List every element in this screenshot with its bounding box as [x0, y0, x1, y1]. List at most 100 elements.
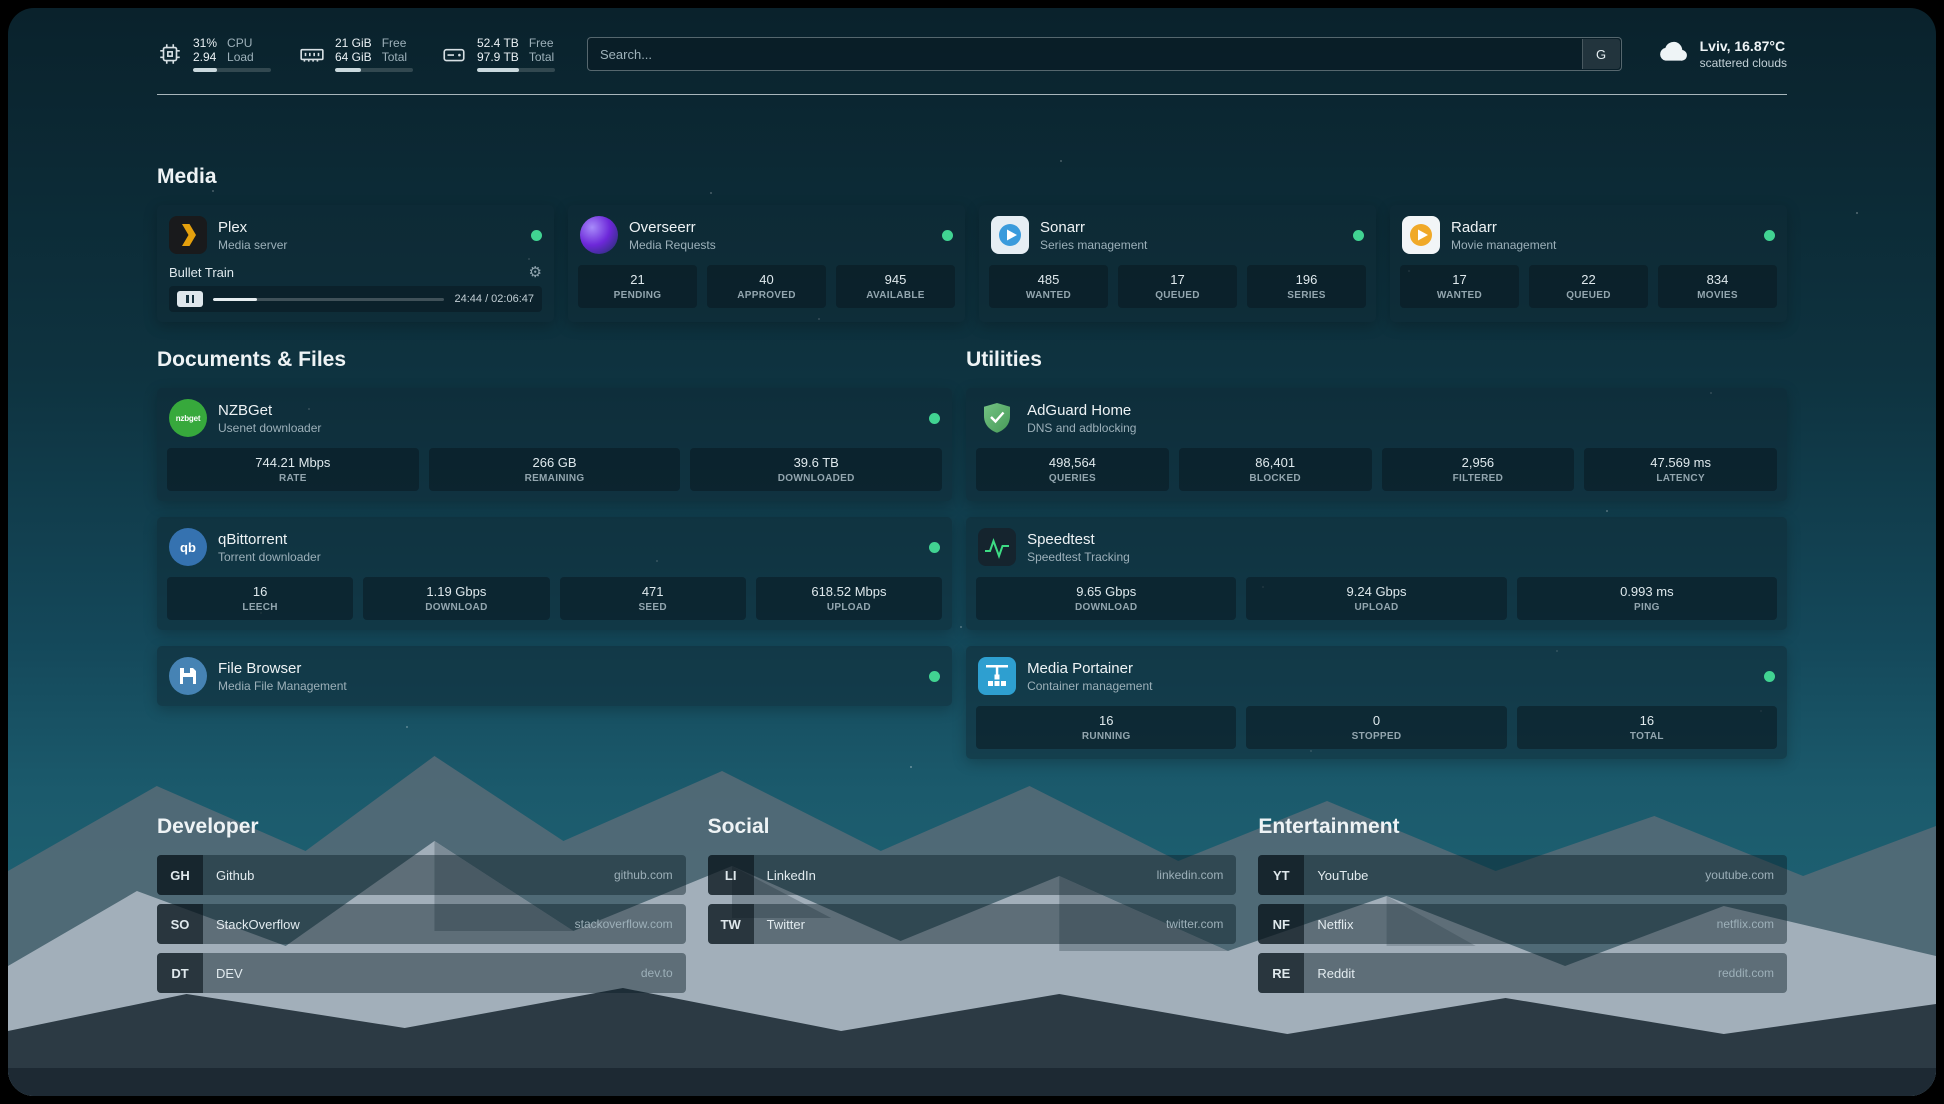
bookmark-netflix[interactable]: NF Netflix netflix.com [1258, 904, 1787, 944]
status-dot [1764, 230, 1775, 241]
service-card-speedtest[interactable]: Speedtest Speedtest Tracking 9.65 Gbps D… [966, 517, 1787, 630]
bookmark-abbr: NF [1258, 904, 1304, 944]
status-dot [1764, 671, 1775, 682]
service-card-overseerr[interactable]: Overseerr Media Requests 21 PENDING 40 A… [568, 205, 965, 322]
service-name: AdGuard Home [1027, 402, 1136, 419]
bookmark-name: StackOverflow [216, 917, 300, 932]
disk-progressbar [477, 68, 555, 72]
section-utilities: Utilities [966, 348, 1787, 759]
section-entertainment: Entertainment YT YouTube youtube.com NF … [1258, 815, 1787, 1002]
bookmark-abbr: YT [1258, 855, 1304, 895]
stat-box: 2,956 FILTERED [1382, 448, 1575, 491]
playback-time: 24:44 / 02:06:47 [454, 293, 534, 305]
bookmark-url: github.com [614, 868, 673, 882]
service-card-nzbget[interactable]: nzbget NZBGet Usenet downloader 744.21 M… [157, 388, 952, 501]
bookmark-linkedin[interactable]: LI LinkedIn linkedin.com [708, 855, 1237, 895]
gear-icon[interactable]: ⚙ [529, 265, 542, 280]
service-card-qbittorrent[interactable]: qb qBittorrent Torrent downloader 16 LEE… [157, 517, 952, 630]
bookmark-name: Twitter [767, 917, 805, 932]
stat-box: 266 GB REMAINING [429, 448, 681, 491]
resource-widgets: 31% 2.94 CPU Load [157, 36, 555, 72]
disk-icon [441, 41, 467, 67]
bookmark-stackoverflow[interactable]: SO StackOverflow stackoverflow.com [157, 904, 686, 944]
service-desc: Movie management [1451, 238, 1556, 252]
stat-box: 9.24 Gbps UPLOAD [1246, 577, 1506, 620]
service-desc: Container management [1027, 679, 1152, 693]
stat-box: 945 AVAILABLE [836, 265, 955, 308]
service-card-portainer[interactable]: Media Portainer Container management 16 … [966, 646, 1787, 759]
memory-free-label: Free [382, 36, 407, 50]
adguard-icon [978, 399, 1016, 437]
service-name: Speedtest [1027, 531, 1130, 548]
bookmark-dev[interactable]: DT DEV dev.to [157, 953, 686, 993]
service-card-plex[interactable]: Plex Media server Bullet Train ⚙ [157, 205, 554, 322]
service-name: NZBGet [218, 402, 321, 419]
bookmark-abbr: DT [157, 953, 203, 993]
bookmark-name: Reddit [1317, 966, 1355, 981]
search-provider-button[interactable]: G [1582, 39, 1620, 69]
bookmark-github[interactable]: GH Github github.com [157, 855, 686, 895]
service-name: Sonarr [1040, 219, 1147, 236]
cpu-load-label: Load [227, 50, 254, 64]
bookmark-youtube[interactable]: YT YouTube youtube.com [1258, 855, 1787, 895]
service-name: Radarr [1451, 219, 1556, 236]
stat-box: 9.65 Gbps DOWNLOAD [976, 577, 1236, 620]
topbar: 31% 2.94 CPU Load [157, 36, 1787, 72]
service-card-radarr[interactable]: Radarr Movie management 17 WANTED 22 QUE… [1390, 205, 1787, 322]
service-card-filebrowser[interactable]: File Browser Media File Management [157, 646, 952, 706]
pause-button[interactable] [177, 291, 203, 307]
service-desc: Series management [1040, 238, 1147, 252]
bookmark-reddit[interactable]: RE Reddit reddit.com [1258, 953, 1787, 993]
bookmark-name: YouTube [1317, 868, 1368, 883]
bookmark-abbr: LI [708, 855, 754, 895]
disk-free: 52.4 TB [477, 36, 519, 50]
playback-progressbar[interactable] [213, 298, 444, 301]
stat-box: 498,564 QUERIES [976, 448, 1169, 491]
bookmark-url: linkedin.com [1157, 868, 1224, 882]
bookmark-name: LinkedIn [767, 868, 816, 883]
stat-box: 17 QUEUED [1118, 265, 1237, 308]
service-card-sonarr[interactable]: Sonarr Series management 485 WANTED 17 Q… [979, 205, 1376, 322]
cpu-progressbar [193, 68, 271, 72]
service-desc: Media server [218, 238, 287, 252]
service-desc: Usenet downloader [218, 421, 321, 435]
service-desc: Speedtest Tracking [1027, 550, 1130, 564]
cpu-label: CPU [227, 36, 254, 50]
service-desc: DNS and adblocking [1027, 421, 1136, 435]
stat-box: 86,401 BLOCKED [1179, 448, 1372, 491]
stat-box: 485 WANTED [989, 265, 1108, 308]
weather-widget: Lviv, 16.87°C scattered clouds [1654, 38, 1787, 70]
search-input[interactable] [587, 37, 1622, 71]
memory-free: 21 GiB [335, 36, 372, 50]
bookmark-name: DEV [216, 966, 243, 981]
memory-progressbar [335, 68, 413, 72]
status-dot [1353, 230, 1364, 241]
bookmark-abbr: GH [157, 855, 203, 895]
bookmark-twitter[interactable]: TW Twitter twitter.com [708, 904, 1237, 944]
bookmark-abbr: TW [708, 904, 754, 944]
stat-box: 618.52 Mbps UPLOAD [756, 577, 942, 620]
service-name: Overseerr [629, 219, 716, 236]
memory-widget: 21 GiB 64 GiB Free Total [299, 36, 413, 72]
developer-title: Developer [157, 815, 686, 839]
cpu-icon [157, 41, 183, 67]
stat-box: 39.6 TB DOWNLOADED [690, 448, 942, 491]
bookmark-url: reddit.com [1718, 966, 1774, 980]
service-desc: Media File Management [218, 679, 347, 693]
plex-icon [169, 216, 207, 254]
utilities-title: Utilities [966, 348, 1787, 372]
disk-total-label: Total [529, 50, 554, 64]
stat-box: 17 WANTED [1400, 265, 1519, 308]
qbittorrent-icon: qb [169, 528, 207, 566]
bookmark-url: stackoverflow.com [575, 917, 673, 931]
overseerr-icon [580, 216, 618, 254]
service-name: File Browser [218, 660, 347, 677]
bookmark-url: dev.to [641, 966, 673, 980]
section-developer: Developer GH Github github.com SO StackO… [157, 815, 686, 1002]
stat-box: 16 LEECH [167, 577, 353, 620]
stat-box: 196 SERIES [1247, 265, 1366, 308]
service-card-adguard[interactable]: AdGuard Home DNS and adblocking 498,564 … [966, 388, 1787, 501]
cpu-percent: 31% [193, 36, 217, 50]
cpu-load: 2.94 [193, 50, 217, 64]
snow-speckles [8, 8, 10, 10]
